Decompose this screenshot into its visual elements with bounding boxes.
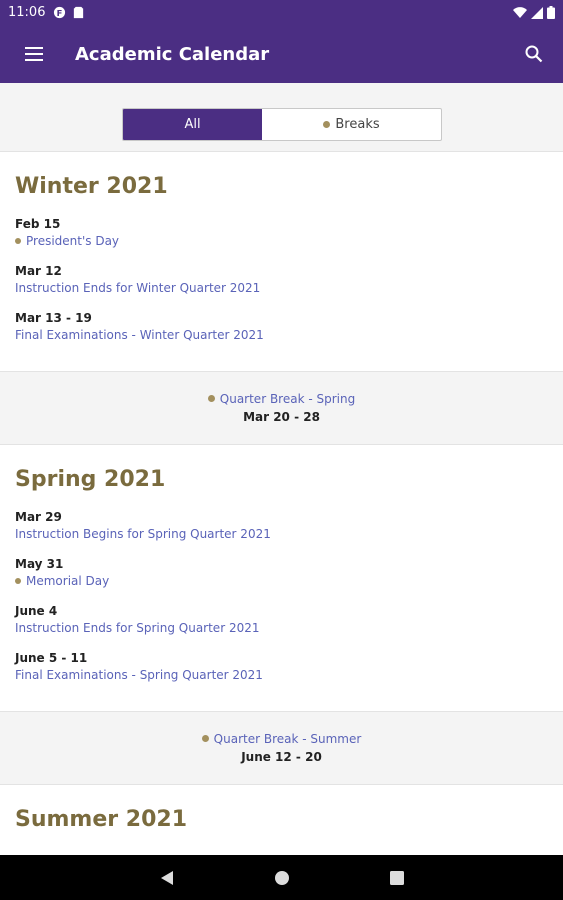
event-name: Final Examinations - Winter Quarter 2021	[15, 328, 264, 342]
menu-button[interactable]	[0, 25, 68, 83]
term-card-summer: Summer 2021	[0, 784, 563, 855]
term-card-winter: Winter 2021 Feb 15 President's Day Mar 1…	[0, 151, 563, 372]
event-date: Feb 15	[15, 217, 61, 231]
break-name: Quarter Break - Summer	[213, 731, 362, 746]
signal-icon	[531, 6, 543, 19]
term-title: Winter 2021	[15, 174, 168, 199]
event-name: Final Examinations - Spring Quarter 2021	[15, 668, 263, 682]
battery-icon	[547, 6, 555, 19]
svg-text:F: F	[57, 8, 63, 18]
event-item[interactable]: Mar 29 Instruction Begins for Spring Qua…	[15, 509, 271, 543]
filter-breaks-label: Breaks	[335, 117, 380, 132]
event-date: June 5 - 11	[15, 651, 88, 665]
break-dot-icon	[15, 578, 21, 584]
term-title: Spring 2021	[15, 467, 166, 492]
event-name: Instruction Ends for Winter Quarter 2021	[15, 281, 261, 295]
status-bar: 11:06 F	[0, 0, 563, 25]
break-date: June 12 - 20	[241, 749, 322, 764]
hamburger-menu-icon	[25, 47, 43, 61]
back-icon[interactable]	[160, 870, 174, 886]
break-name: Quarter Break - Spring	[219, 391, 356, 406]
recents-icon[interactable]	[389, 870, 404, 885]
filter-breaks-button[interactable]: Breaks	[262, 109, 441, 140]
break-banner[interactable]: Quarter Break - Spring Mar 20 - 28	[0, 387, 563, 426]
break-dot-icon	[207, 395, 215, 402]
event-name: President's Day	[26, 234, 120, 248]
event-name: Instruction Ends for Spring Quarter 2021	[15, 621, 260, 635]
event-name: Instruction Begins for Spring Quarter 20…	[15, 527, 271, 541]
event-date: Mar 12	[15, 264, 62, 278]
sd-card-icon	[74, 6, 84, 19]
event-item[interactable]: Mar 12 Instruction Ends for Winter Quart…	[15, 263, 260, 297]
filter-all-button[interactable]: All	[123, 109, 262, 140]
calendar-content[interactable]: All Breaks Winter 2021 Feb 15 President'…	[0, 83, 563, 855]
event-date: May 31	[15, 557, 64, 571]
term-title: Summer 2021	[15, 807, 188, 832]
break-dot-icon	[201, 735, 209, 742]
term-card-spring: Spring 2021 Mar 29 Instruction Begins fo…	[0, 444, 563, 712]
break-dot-icon	[323, 121, 331, 128]
app-bar: Academic Calendar	[0, 25, 563, 83]
event-item[interactable]: June 5 - 11 Final Examinations - Spring …	[15, 650, 263, 684]
status-time: 11:06	[8, 5, 46, 20]
event-item[interactable]: May 31 Memorial Day	[15, 556, 109, 590]
search-icon	[525, 45, 543, 63]
event-date: Mar 29	[15, 510, 62, 524]
break-banner[interactable]: Quarter Break - Summer June 12 - 20	[0, 727, 563, 766]
break-date: Mar 20 - 28	[243, 409, 320, 424]
break-dot-icon	[15, 238, 21, 244]
event-item[interactable]: June 4 Instruction Ends for Spring Quart…	[15, 603, 259, 637]
event-item[interactable]: Mar 13 - 19 Final Examinations - Winter …	[15, 310, 264, 344]
wifi-icon	[513, 6, 527, 18]
event-date: Mar 13 - 19	[15, 311, 92, 325]
event-name: Memorial Day	[26, 574, 110, 588]
event-item[interactable]: Feb 15 President's Day	[15, 216, 119, 250]
app-notification-icon: F	[54, 6, 66, 19]
system-nav-bar	[0, 855, 563, 900]
filter-toggle: All Breaks	[122, 108, 442, 141]
search-button[interactable]	[519, 39, 549, 69]
event-date: June 4	[15, 604, 58, 618]
page-title: Academic Calendar	[75, 43, 270, 65]
filter-all-label: All	[184, 117, 201, 132]
home-icon[interactable]	[274, 870, 290, 886]
